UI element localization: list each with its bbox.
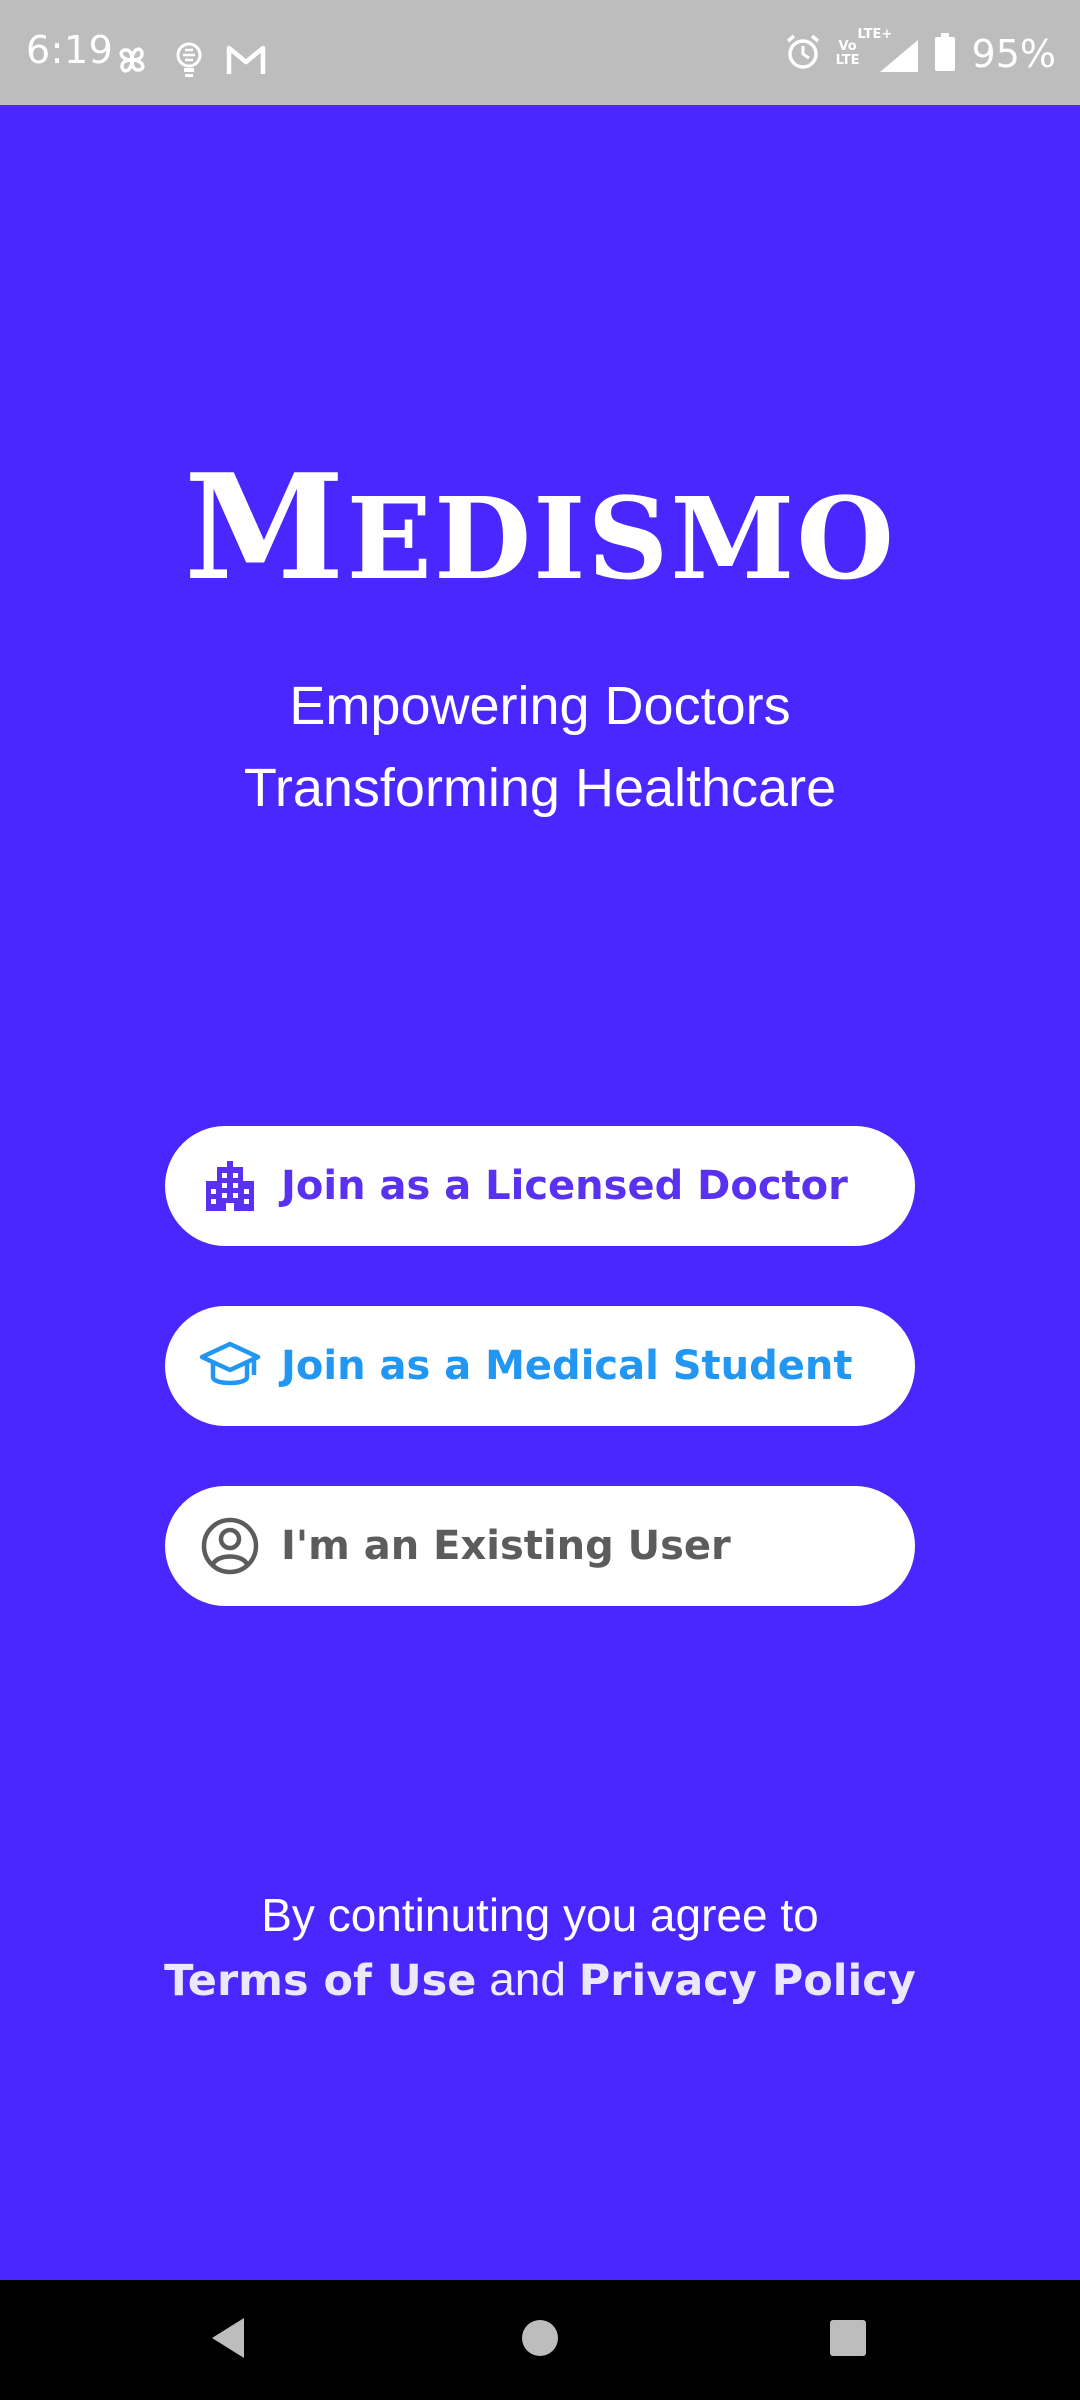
join-licensed-doctor-button[interactable]: Join as a Licensed Doctor (165, 1126, 915, 1246)
existing-user-label: I'm an Existing User (281, 1523, 731, 1569)
bulb-icon (172, 41, 206, 83)
join-licensed-doctor-label: Join as a Licensed Doctor (281, 1163, 848, 1209)
battery-icon (934, 32, 956, 76)
system-nav-bar (0, 2280, 1080, 2400)
existing-user-button[interactable]: I'm an Existing User (165, 1486, 915, 1606)
home-icon (521, 2319, 559, 2361)
legal-line-1: By continuting you agree to (261, 1889, 819, 1941)
status-bar: 6:19 Vo LTE LTE+ 95% (0, 0, 1080, 105)
alarm-icon (784, 33, 822, 75)
signal-icon: LTE+ (858, 28, 920, 74)
back-button[interactable] (168, 2280, 288, 2400)
battery-percent: 95% (971, 32, 1056, 76)
gmail-icon (226, 44, 266, 80)
logo-rest: EDISMO (346, 474, 896, 605)
logo-initial: M (184, 443, 347, 613)
app-logo: MEDISMO (0, 448, 1080, 620)
user-circle-icon (199, 1515, 261, 1577)
graduation-cap-icon (199, 1335, 261, 1397)
building-icon (199, 1155, 261, 1217)
terms-of-use-link[interactable]: Terms of Use (164, 1956, 476, 2006)
back-icon (208, 2315, 248, 2365)
join-medical-student-label: Join as a Medical Student (281, 1343, 853, 1389)
status-left-icons (112, 40, 266, 84)
status-right-icons: Vo LTE LTE+ 95% (784, 28, 1056, 76)
home-button[interactable] (480, 2280, 600, 2400)
legal-line-2: Terms of Use and Privacy Policy (0, 1950, 1080, 2010)
status-time: 6:19 (26, 28, 114, 72)
privacy-policy-link[interactable]: Privacy Policy (579, 1956, 916, 2006)
join-medical-student-button[interactable]: Join as a Medical Student (165, 1306, 915, 1426)
legal-and-text: and (489, 1953, 566, 2005)
tagline-line-1: Empowering Doctors (289, 676, 791, 736)
recents-icon (829, 2319, 867, 2361)
pinwheel-icon (112, 40, 152, 84)
recents-button[interactable] (788, 2280, 908, 2400)
volte-icon: Vo LTE (835, 39, 860, 68)
tagline-line-2: Transforming Healthcare (243, 758, 837, 818)
